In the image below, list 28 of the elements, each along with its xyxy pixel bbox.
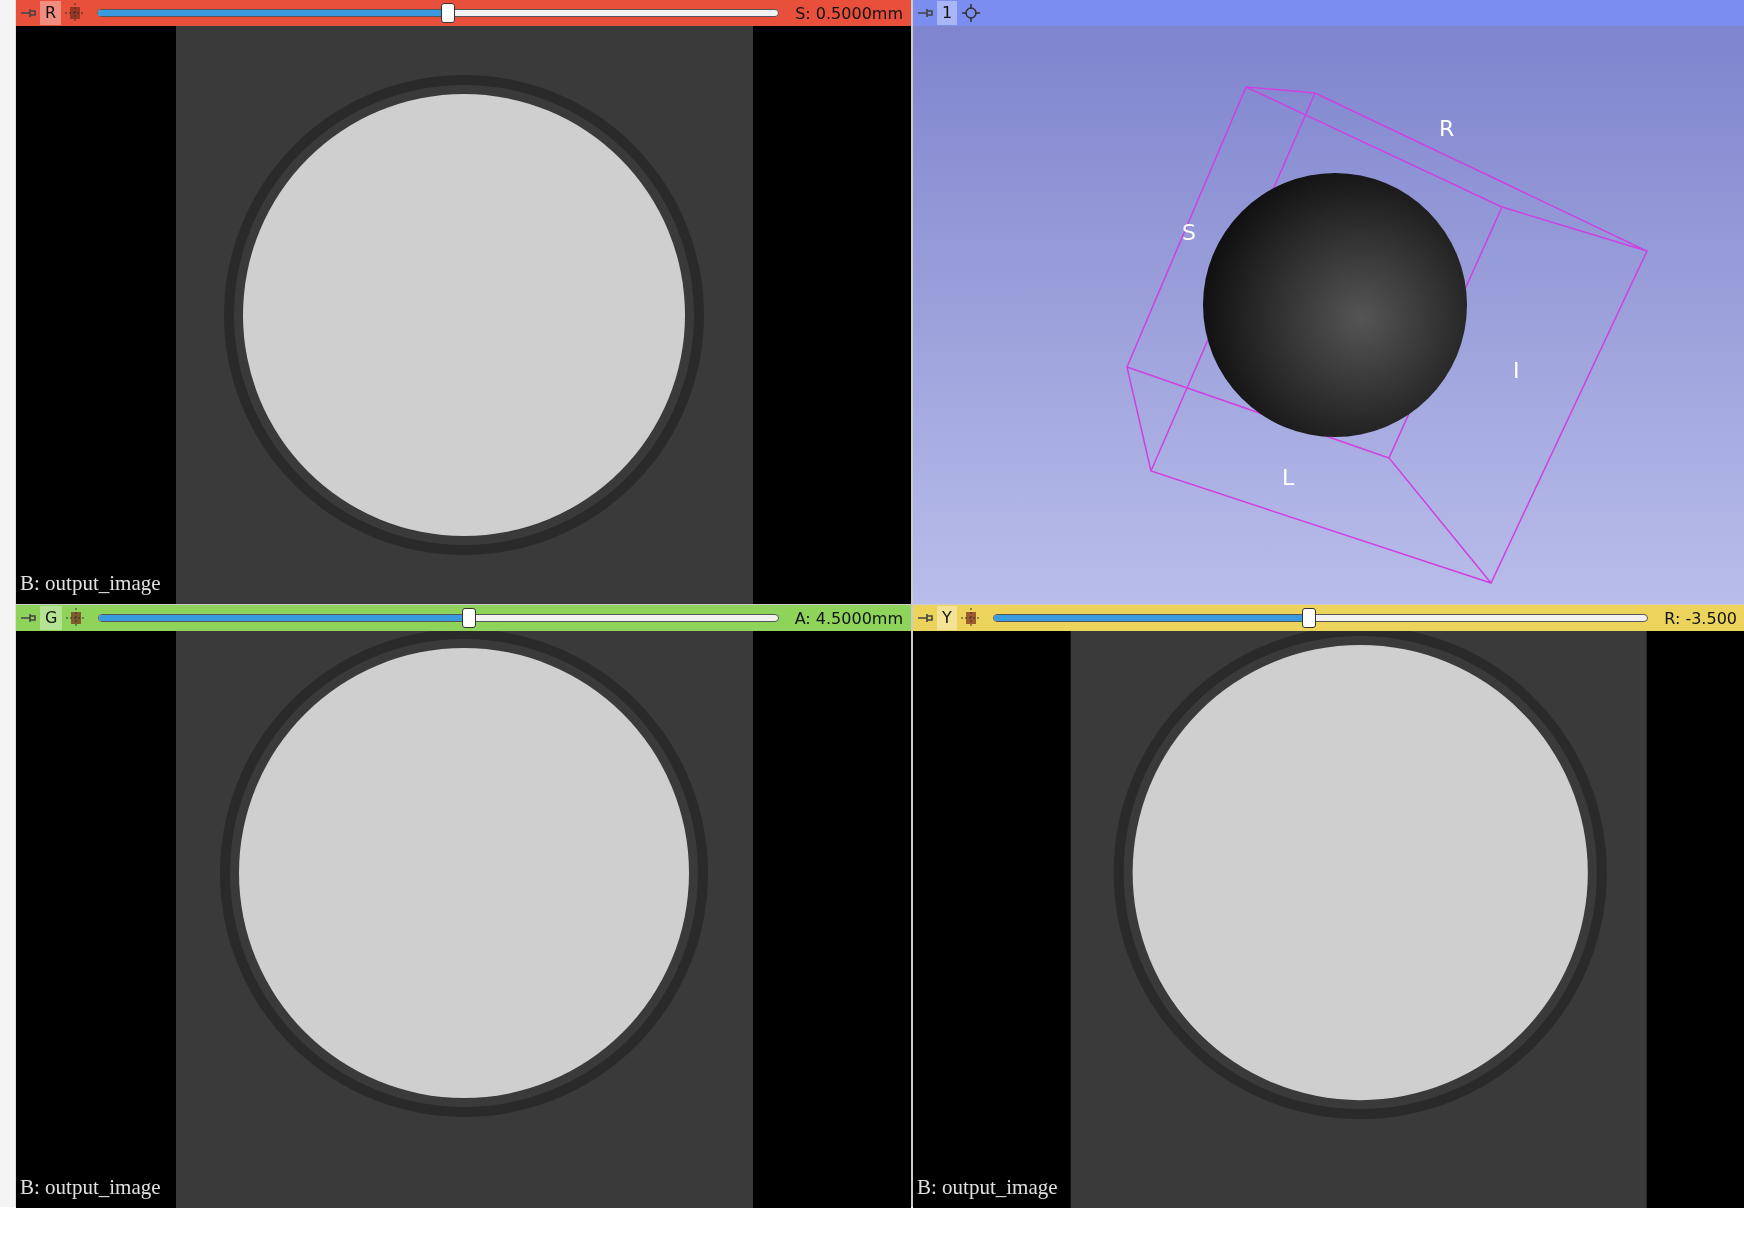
crosshair-icon[interactable]: [960, 608, 981, 628]
view-label[interactable]: 1: [937, 1, 958, 25]
slider-thumb[interactable]: [462, 608, 477, 628]
pin-icon[interactable]: [20, 8, 36, 18]
volume-name: B: output_image: [20, 571, 161, 596]
volume-name: B: output_image: [20, 1175, 161, 1200]
pin-icon[interactable]: [20, 613, 36, 623]
view-label[interactable]: R: [40, 1, 62, 25]
slice-offset: S: 0.5000mm: [794, 3, 904, 23]
orientation-label: R: [1439, 116, 1455, 141]
orientation-label: S: [1182, 220, 1196, 245]
slice-offset: A: 4.5000mm: [793, 608, 904, 628]
view-label[interactable]: Y: [937, 606, 957, 630]
view-label[interactable]: G: [40, 606, 63, 630]
crosshair-icon[interactable]: [66, 608, 87, 628]
pin-icon[interactable]: [917, 8, 933, 18]
orientation-label: L: [1282, 465, 1295, 490]
crosshair-icon[interactable]: [961, 3, 982, 23]
orientation-label: I: [1513, 358, 1520, 383]
slice-offset: R: -3.500: [1663, 608, 1738, 628]
volume-name: B: output_image: [917, 1175, 1058, 1200]
slider-thumb[interactable]: [440, 3, 455, 23]
pin-icon[interactable]: [917, 613, 933, 623]
slice-slider[interactable]: [992, 608, 1649, 628]
crosshair-icon[interactable]: [65, 3, 86, 23]
slice-slider[interactable]: [98, 608, 779, 628]
slider-thumb[interactable]: [1302, 608, 1317, 628]
slice-slider[interactable]: [97, 3, 780, 23]
